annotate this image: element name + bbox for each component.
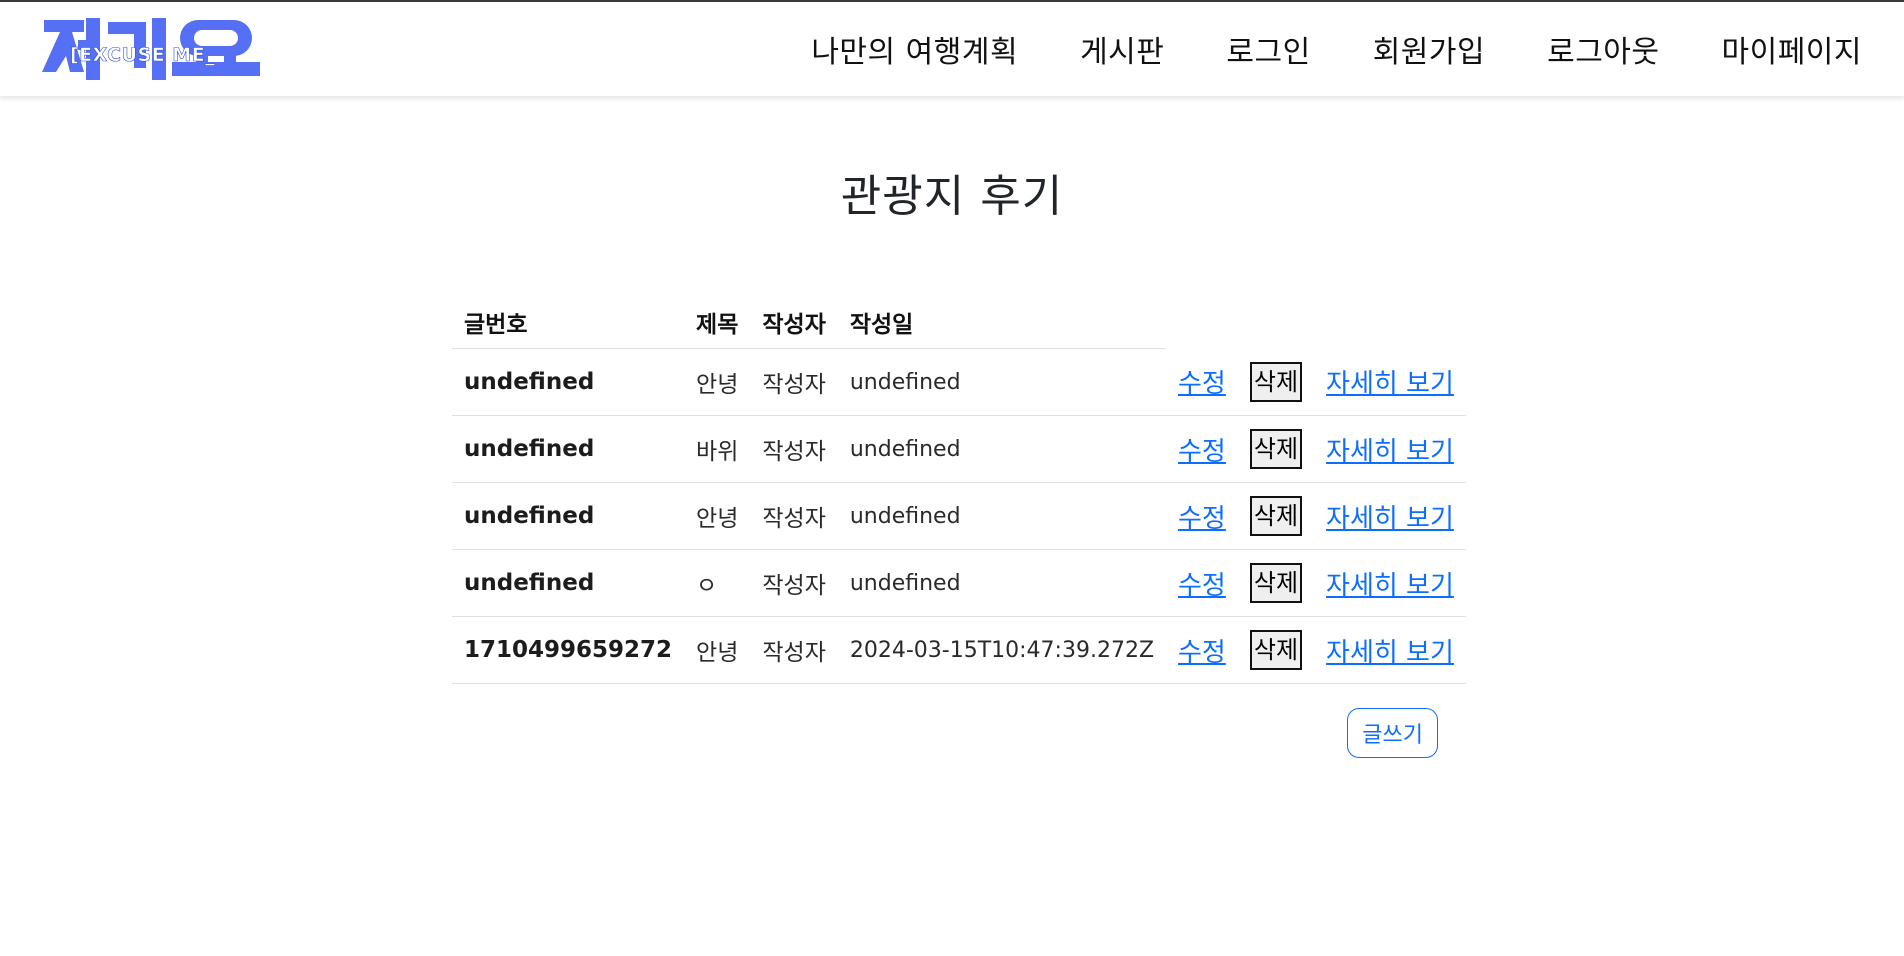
table-header-row: 글번호 제목 작성자 작성일: [452, 296, 1466, 349]
nav-logout[interactable]: 로그아웃: [1547, 27, 1659, 71]
view-detail-link[interactable]: 자세히 보기: [1326, 638, 1454, 668]
post-date: undefined: [837, 415, 1167, 483]
view-detail-link[interactable]: 자세히 보기: [1326, 437, 1454, 467]
detail-cell: 자세히 보기: [1314, 415, 1466, 483]
edit-cell: 수정: [1166, 616, 1238, 684]
table-row: undefined 바위 작성자 undefined 수정 삭제 자세히 보기: [452, 415, 1466, 483]
table-row: undefined ㅇ 작성자 undefined 수정 삭제 자세히 보기: [452, 549, 1466, 617]
main-nav: 나만의 여행계획 게시판 로그인 회원가입 로그아웃 마이페이지: [749, 2, 1862, 96]
edit-cell: 수정: [1166, 482, 1238, 550]
post-number: undefined: [452, 549, 685, 617]
post-author: 작성자: [750, 549, 838, 617]
site-logo[interactable]: [EXCUSE ME_: [40, 16, 260, 82]
delete-button[interactable]: 삭제: [1249, 496, 1303, 536]
delete-cell: 삭제: [1237, 348, 1315, 416]
delete-cell: 삭제: [1237, 482, 1315, 550]
header-date: 작성일: [837, 296, 1167, 349]
nav-board[interactable]: 게시판: [1080, 27, 1164, 71]
header-post-number: 글번호: [452, 296, 685, 349]
delete-button[interactable]: 삭제: [1249, 361, 1303, 402]
header-empty: [1314, 296, 1466, 349]
delete-button[interactable]: 삭제: [1249, 429, 1303, 469]
post-title: 안녕: [684, 482, 751, 550]
delete-cell: 삭제: [1237, 616, 1315, 684]
post-title: 안녕: [684, 348, 751, 416]
nav-mypage[interactable]: 마이페이지: [1722, 27, 1863, 71]
post-title: ㅇ: [684, 549, 751, 617]
post-author: 작성자: [750, 482, 838, 550]
site-header: [EXCUSE ME_ 나만의 여행계획 게시판 로그인 회원가입 로그아웃 마…: [0, 2, 1904, 97]
detail-cell: 자세히 보기: [1314, 348, 1466, 416]
write-post-button[interactable]: 글쓰기: [1347, 708, 1438, 758]
table-row: undefined 안녕 작성자 undefined 수정 삭제 자세히 보기: [452, 348, 1466, 416]
edit-cell: 수정: [1166, 549, 1238, 617]
edit-link[interactable]: 수정: [1178, 437, 1226, 467]
edit-link[interactable]: 수정: [1178, 369, 1226, 399]
post-author: 작성자: [750, 415, 838, 483]
header-title: 제목: [684, 296, 751, 349]
edit-cell: 수정: [1166, 348, 1238, 416]
table-row: undefined 안녕 작성자 undefined 수정 삭제 자세히 보기: [452, 482, 1466, 550]
post-author: 작성자: [750, 348, 838, 416]
detail-cell: 자세히 보기: [1314, 616, 1466, 684]
post-date: 2024-03-15T10:47:39.272Z: [837, 616, 1167, 684]
delete-button[interactable]: 삭제: [1249, 630, 1303, 670]
edit-link[interactable]: 수정: [1178, 504, 1226, 534]
page-title: 관광지 후기: [840, 171, 1064, 222]
nav-my-travel-plan[interactable]: 나만의 여행계획: [811, 27, 1018, 71]
post-title: 안녕: [684, 616, 751, 684]
post-number: undefined: [452, 348, 685, 416]
nav-login[interactable]: 로그인: [1226, 27, 1310, 71]
detail-cell: 자세히 보기: [1314, 482, 1466, 550]
post-date: undefined: [837, 482, 1167, 550]
review-table: 글번호 제목 작성자 작성일 undefined 안녕 작성자 undefine…: [452, 296, 1466, 684]
post-author: 작성자: [750, 616, 838, 684]
header-author: 작성자: [750, 296, 838, 349]
edit-link[interactable]: 수정: [1178, 638, 1226, 668]
detail-cell: 자세히 보기: [1314, 549, 1466, 617]
post-date: undefined: [837, 549, 1167, 617]
post-date: undefined: [837, 348, 1167, 416]
post-number: undefined: [452, 415, 685, 483]
edit-cell: 수정: [1166, 415, 1238, 483]
post-number: undefined: [452, 482, 685, 550]
write-button-row: 글쓰기: [452, 708, 1438, 758]
post-number: 1710499659272: [452, 616, 685, 684]
view-detail-link[interactable]: 자세히 보기: [1326, 504, 1454, 534]
delete-button[interactable]: 삭제: [1249, 563, 1303, 603]
svg-text:[EXCUSE ME_: [EXCUSE ME_: [70, 44, 215, 66]
delete-cell: 삭제: [1237, 415, 1315, 483]
view-detail-link[interactable]: 자세히 보기: [1326, 571, 1454, 601]
table-row: 1710499659272 안녕 작성자 2024-03-15T10:47:39…: [452, 616, 1466, 684]
review-board: 글번호 제목 작성자 작성일 undefined 안녕 작성자 undefine…: [452, 296, 1466, 758]
post-title: 바위: [684, 415, 751, 483]
nav-signup[interactable]: 회원가입: [1373, 27, 1485, 71]
view-detail-link[interactable]: 자세히 보기: [1326, 369, 1454, 399]
excuse-me-logo-icon: [EXCUSE ME_: [42, 18, 260, 80]
header-empty: [1166, 296, 1238, 349]
header-empty: [1238, 296, 1314, 349]
delete-cell: 삭제: [1237, 549, 1315, 617]
edit-link[interactable]: 수정: [1178, 571, 1226, 601]
